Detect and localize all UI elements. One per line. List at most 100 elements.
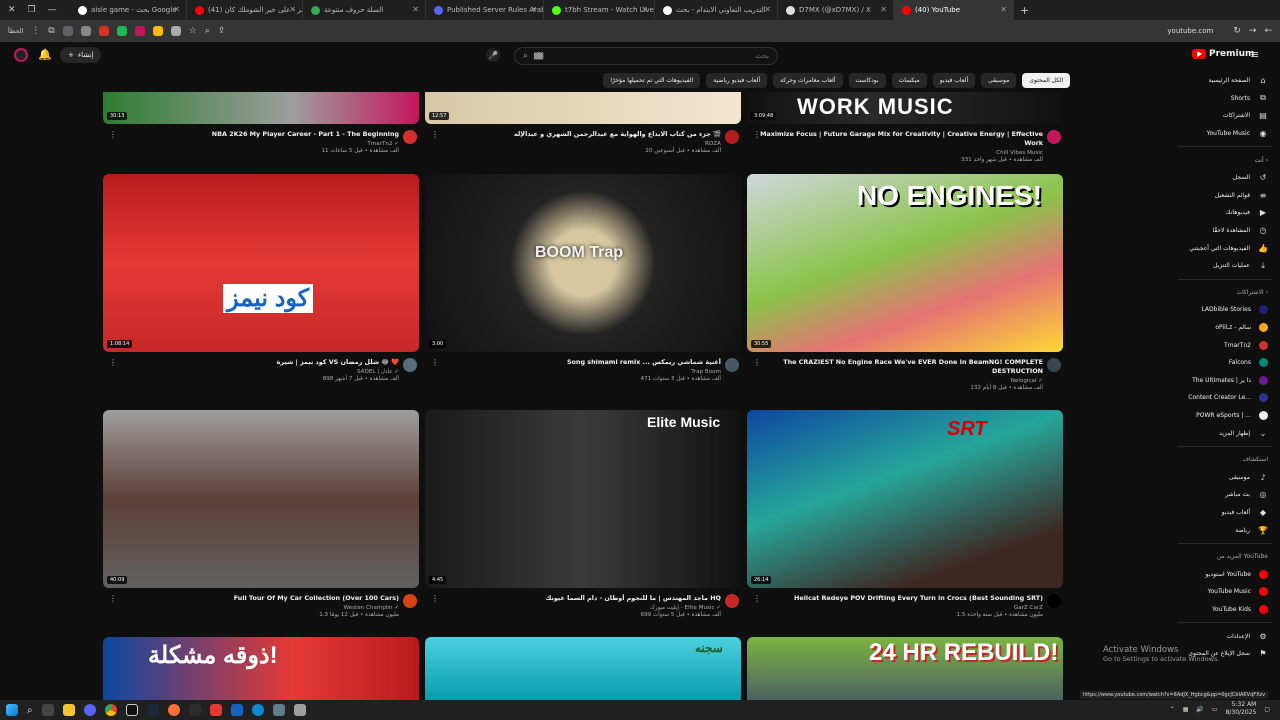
video-title[interactable]: ماجد المهندس | ما للنجوم أوطان - دام الس… — [425, 594, 741, 603]
video-thumbnail[interactable]: Elite Music 4:45 — [425, 410, 741, 588]
steam-icon[interactable] — [146, 704, 159, 716]
channel-avatar[interactable] — [403, 130, 417, 144]
sidebar-item[interactable]: السجل ↺ — [1170, 169, 1280, 187]
browser-tab[interactable]: التدريب التعاوني الابتدام - بحث ✕ — [655, 0, 778, 20]
sidebar-item[interactable]: رياضة 🏆 — [1170, 521, 1280, 539]
browser-tab[interactable]: Published Server Rules Arabic ✕ — [426, 0, 544, 20]
sidebar-item[interactable]: عمليات التنزيل ⤓ — [1170, 257, 1280, 275]
more-options-icon[interactable]: ⋮ — [109, 594, 117, 603]
video-thumbnail[interactable]: ذوقه مشكلة! — [103, 637, 419, 700]
chrome-icon[interactable] — [104, 704, 117, 716]
close-tab-icon[interactable]: ✕ — [530, 5, 537, 14]
sidebar-section-header[interactable]: الاشتراكات › — [1170, 284, 1280, 302]
sidebar-item[interactable]: Falcons — [1170, 354, 1280, 372]
bookmark-star-icon[interactable]: ☆ — [189, 26, 197, 36]
close-tab-icon[interactable]: ✕ — [412, 5, 419, 14]
channel-avatar[interactable] — [725, 130, 739, 144]
close-tab-icon[interactable]: ✕ — [173, 5, 180, 14]
sidebar-item[interactable]: The Ultimates | ذا ير — [1170, 372, 1280, 390]
video-thumbnail[interactable]: 40:09 — [103, 410, 419, 588]
search-taskbar-icon[interactable]: ⌕ — [27, 705, 33, 716]
sidebar-item[interactable]: ألعاب فيديو ◆ — [1170, 504, 1280, 522]
more-options-icon[interactable]: ⋮ — [431, 594, 439, 603]
video-card[interactable]: BOOM Trap 3:00 ⋮ Song shimami remix ... أغن… — [425, 174, 741, 406]
back-arrow-icon[interactable]: ← — [1264, 26, 1272, 36]
share-icon[interactable]: ⇪ — [218, 26, 226, 36]
create-button[interactable]: + إنشاء — [60, 47, 102, 63]
search-box[interactable]: ⌕ ▓▓ — [514, 47, 778, 65]
app-icon[interactable] — [125, 704, 138, 716]
browser-tab[interactable]: t7bh Stream - Watch Live on K✕ — [544, 0, 655, 20]
guide-menu-icon[interactable]: ≡ — [1250, 48, 1259, 61]
channel-name[interactable]: GarZ CarZ — [747, 605, 1063, 611]
video-thumbnail[interactable]: 30:13 — [103, 92, 419, 124]
new-tab-button[interactable]: + — [1014, 4, 1035, 17]
firefox-icon[interactable] — [167, 704, 180, 716]
video-title[interactable]: كود نيمز | شيرة VS شلل رمضان 😂 ❤️ — [103, 358, 419, 367]
sidebar-item[interactable]: YouTube Music ◉ — [1170, 125, 1280, 143]
video-title[interactable]: Full Tour Of My Car Collection (Over 100… — [103, 594, 419, 603]
channel-avatar[interactable] — [1047, 130, 1061, 144]
app-icon[interactable] — [272, 704, 285, 716]
extension-icon[interactable] — [170, 26, 181, 36]
sidebar-item[interactable]: بث مباشر ◎ — [1170, 486, 1280, 504]
channel-name[interactable]: SADEL | عادل ✓ — [103, 369, 419, 375]
video-card[interactable]: NO ENGINES! 30:55 ⋮ The CRAZIEST No Engine … — [747, 174, 1063, 406]
video-title[interactable]: Song shimami remix ... أغنية شماشي ريمكس — [425, 358, 741, 367]
sidebar-item[interactable]: POWR eSports | ... — [1170, 407, 1280, 425]
task-view-icon[interactable] — [41, 704, 54, 716]
more-options-icon[interactable]: ⋮ — [109, 358, 117, 367]
filter-chip[interactable]: ألعاب مغامرات وحركة — [773, 73, 843, 88]
notifications-bell-icon[interactable]: 🔔 — [38, 48, 52, 61]
channel-name[interactable]: Nelogical ✓ — [747, 378, 1063, 384]
network-icon[interactable]: ▦ — [1183, 706, 1189, 713]
video-card[interactable]: 40:09 ⋮ Full Tour Of My Car Collection (Ov… — [103, 410, 419, 642]
forward-icon[interactable]: → — [1249, 26, 1257, 36]
menu-icon[interactable]: ⋮ — [31, 26, 40, 36]
sidebar-item[interactable]: الصفحة الرئيسية ⌂ — [1170, 72, 1280, 90]
more-options-icon[interactable]: ⋮ — [753, 130, 761, 139]
extension-icon[interactable] — [62, 26, 73, 36]
channel-name[interactable]: إيليت ميوزك - Elite Music ✓ — [425, 605, 741, 611]
filter-chip[interactable]: ألعاب فيديو — [932, 73, 976, 88]
clock[interactable]: 5:32 AM 8/30/2025 — [1226, 701, 1257, 717]
video-thumbnail[interactable]: BOOM Trap 3:00 — [425, 174, 741, 352]
close-tab-icon[interactable]: ✕ — [641, 5, 648, 14]
channel-name[interactable]: TmarTn2 ✓ — [103, 141, 419, 147]
sidebar-item[interactable]: Shorts ⧉ — [1170, 90, 1280, 108]
video-title[interactable]: The CRAZIEST No Engine Race We've EVER D… — [747, 358, 1063, 376]
video-thumbnail[interactable]: NO ENGINES! 30:55 — [747, 174, 1063, 352]
extensions-icon[interactable]: ⧉ — [48, 26, 54, 36]
sidebar-item[interactable]: oPiiLz - سالم — [1170, 319, 1280, 337]
video-title[interactable]: NBA 2K26 My Player Career - Part 1 - The… — [103, 130, 419, 139]
voice-search-mic-icon[interactable]: 🎤 — [486, 48, 500, 62]
channel-avatar[interactable] — [725, 594, 739, 608]
channel-name[interactable]: Westen Champlin ✓ — [103, 605, 419, 611]
sidebar-item[interactable]: Content Creator Le... — [1170, 389, 1280, 407]
sidebar-section-header[interactable]: استكشاف — [1170, 451, 1280, 469]
sidebar-item[interactable]: استوديو YouTube — [1170, 565, 1280, 583]
sidebar-item[interactable]: YouTube Kids — [1170, 601, 1280, 619]
video-title[interactable]: جزء من كتاب الابداع والهواية مع عبدالرحم… — [425, 130, 741, 139]
extension-icon[interactable] — [98, 26, 109, 36]
video-thumbnail[interactable]: WORK MUSIC 3:09:48 — [747, 92, 1063, 124]
close-tab-icon[interactable]: ✕ — [764, 5, 771, 14]
video-thumbnail[interactable]: 24 HR REBUILD! — [747, 637, 1063, 700]
video-thumbnail[interactable]: SRT 26:14 — [747, 410, 1063, 588]
browser-tab[interactable]: (40) YouTube ✕ — [894, 0, 1014, 20]
sidebar-item[interactable]: فيديوهاتك ▶ — [1170, 204, 1280, 222]
browser-tab[interactable]: السلة حروف منتوعة ✕ — [303, 0, 426, 20]
extension-icon[interactable] — [80, 26, 91, 36]
show-more-button[interactable]: إظهار المزيد ⌄ — [1170, 424, 1280, 442]
sidebar-section-header[interactable]: المزيد من YouTube — [1170, 548, 1280, 566]
youtube-logo[interactable]: Premium — [1192, 49, 1254, 59]
browser-tab[interactable]: aisle game - بحث Google ✕ — [70, 0, 187, 20]
more-options-icon[interactable]: ⋮ — [109, 130, 117, 139]
more-options-icon[interactable]: ⋮ — [431, 358, 439, 367]
video-card[interactable]: SRT 26:14 ⋮ Hellcat Redeye POV Drifting Eve… — [747, 410, 1063, 642]
extension-icon[interactable] — [152, 26, 163, 36]
filter-chip[interactable]: الفيديوهات التي تم تحميلها مؤخرًا — [603, 73, 701, 88]
filter-chip[interactable]: ألعاب فيديو رياضية — [706, 73, 768, 88]
more-options-icon[interactable]: ⋮ — [431, 130, 439, 139]
extension-icon[interactable] — [116, 26, 127, 36]
